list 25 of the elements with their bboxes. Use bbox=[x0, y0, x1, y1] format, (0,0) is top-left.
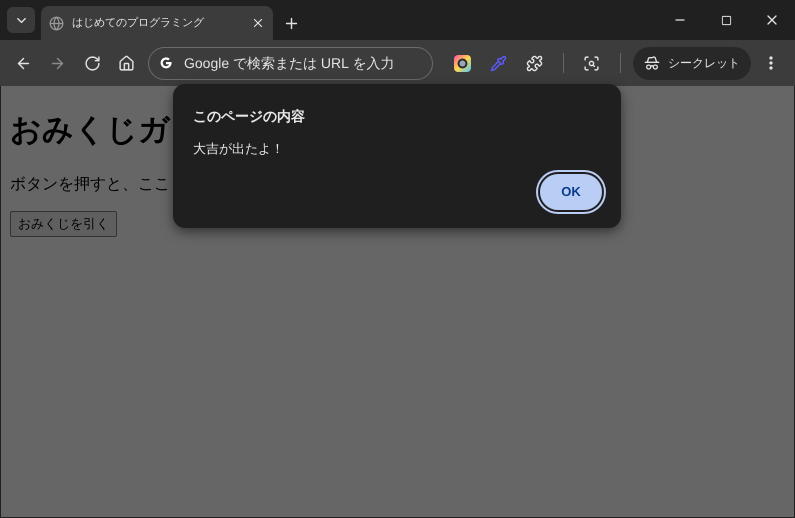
eyedropper-icon bbox=[490, 54, 508, 72]
browser-tab[interactable]: はじめてのプログラミング bbox=[41, 6, 273, 40]
google-logo-icon bbox=[158, 55, 174, 71]
incognito-icon bbox=[644, 55, 660, 71]
globe-icon bbox=[49, 16, 64, 30]
reload-icon bbox=[84, 54, 101, 72]
maximize-icon bbox=[720, 14, 732, 26]
tab-title: はじめてのプログラミング bbox=[72, 16, 206, 31]
dialog-title: このページの内容 bbox=[193, 107, 306, 126]
incognito-chip[interactable]: シークレット bbox=[632, 46, 751, 80]
close-tab-button[interactable] bbox=[251, 16, 265, 30]
more-icon bbox=[768, 56, 773, 70]
new-tab-button[interactable] bbox=[283, 15, 300, 32]
page-paragraph: ボタンを押すと、ここ bbox=[10, 175, 170, 195]
dialog-message: 大吉が出たよ！ bbox=[193, 140, 285, 158]
home-icon bbox=[118, 54, 136, 72]
plus-icon bbox=[283, 15, 300, 32]
ok-button[interactable]: OK bbox=[538, 172, 604, 212]
address-input[interactable]: Google で検索または URL を入力 bbox=[184, 52, 423, 74]
address-bar[interactable]: Google で検索または URL を入力 bbox=[148, 46, 433, 80]
puzzle-icon bbox=[526, 54, 544, 72]
close-icon bbox=[251, 16, 265, 30]
lens-icon bbox=[583, 54, 600, 72]
tab-search-button[interactable] bbox=[7, 7, 35, 33]
page-heading: おみくじガ bbox=[10, 114, 170, 145]
